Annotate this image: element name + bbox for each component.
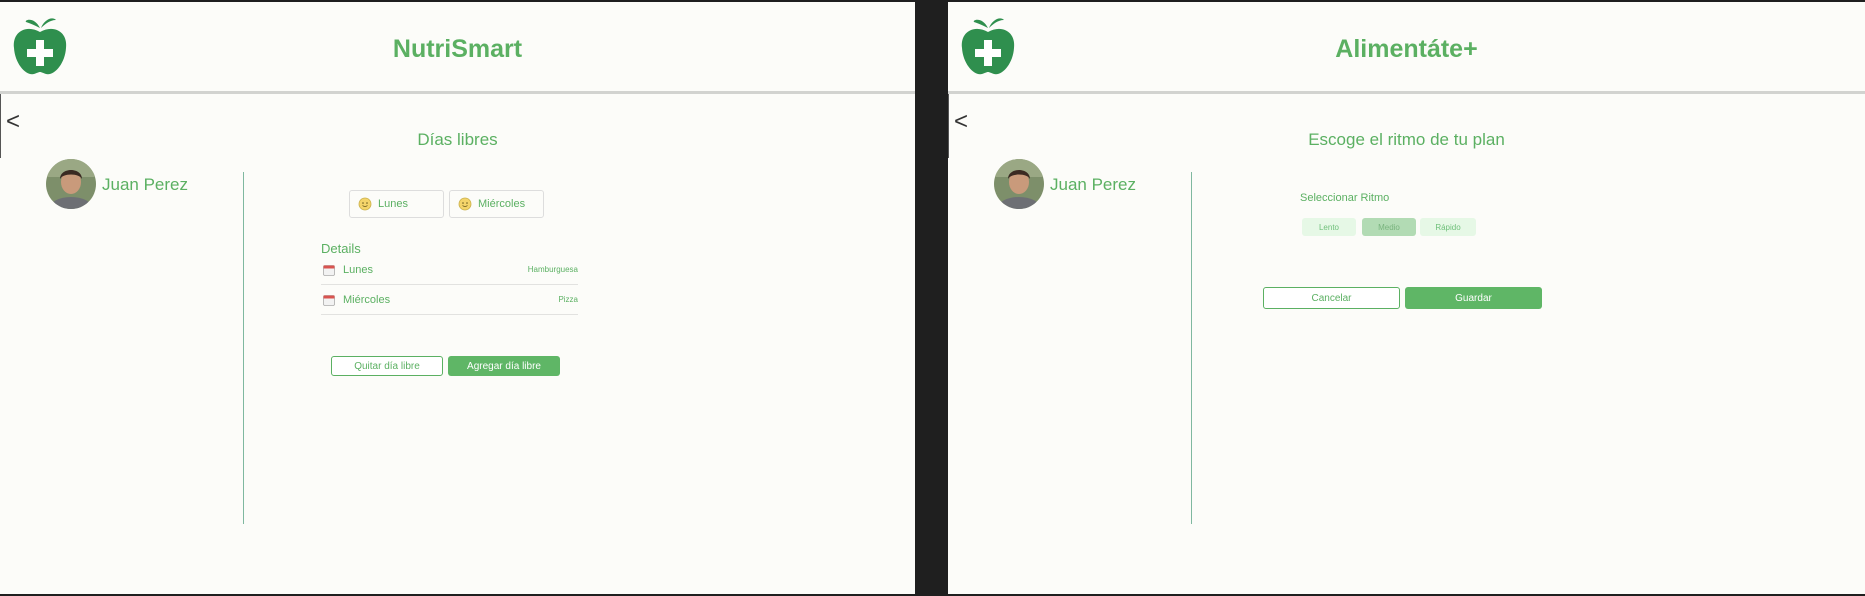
add-free-day-button[interactable]: Agregar día libre xyxy=(448,356,560,376)
detail-food: Hamburguesa xyxy=(527,265,578,274)
user-photo xyxy=(994,159,1044,209)
remove-free-day-button[interactable]: Quitar día libre xyxy=(331,356,443,376)
screen-nutrismart: NutriSmart < Días libres Juan Perez Lune… xyxy=(0,2,915,594)
app-title: NutriSmart xyxy=(392,35,523,63)
rhythm-option-lento[interactable]: Lento xyxy=(1302,218,1356,236)
detail-row[interactable]: Miércoles Pizza xyxy=(321,285,578,315)
detail-food: Pizza xyxy=(558,295,578,304)
smiley-icon xyxy=(358,197,372,211)
detail-day: Miércoles xyxy=(343,293,391,306)
avatar xyxy=(46,159,96,209)
app-title: Alimentáte+ xyxy=(1335,35,1478,63)
user-name: Juan Perez xyxy=(102,175,188,194)
calendar-icon xyxy=(323,264,335,276)
user-photo xyxy=(46,159,96,209)
vertical-divider xyxy=(1191,172,1192,524)
cancel-button[interactable]: Cancelar xyxy=(1263,287,1400,309)
detail-row[interactable]: Lunes Hamburguesa xyxy=(321,255,578,285)
avatar xyxy=(994,159,1044,209)
user-name: Juan Perez xyxy=(1050,175,1136,194)
rhythm-option-rapido[interactable]: Rápido xyxy=(1420,218,1476,236)
vertical-divider xyxy=(243,172,244,524)
save-button[interactable]: Guardar xyxy=(1405,287,1542,309)
page-title: Escoge el ritmo de tu plan xyxy=(1308,130,1505,149)
screen-alimentate: Alimentáte+ < Escoge el ritmo de tu plan… xyxy=(948,2,1865,594)
rhythm-option-medio[interactable]: Medio xyxy=(1362,218,1416,236)
app-header: NutriSmart xyxy=(0,2,915,94)
chip-label: Lunes xyxy=(378,198,408,210)
free-day-chip[interactable]: Lunes xyxy=(349,190,444,218)
free-day-chip[interactable]: Miércoles xyxy=(449,190,544,218)
rhythm-label: Seleccionar Ritmo xyxy=(1300,192,1390,204)
detail-day: Lunes xyxy=(343,263,373,276)
app-header: Alimentáte+ xyxy=(948,2,1865,94)
details-heading: Details xyxy=(321,241,361,256)
smiley-icon xyxy=(458,197,472,211)
calendar-icon xyxy=(323,294,335,306)
chip-label: Miércoles xyxy=(478,198,526,210)
page-title: Días libres xyxy=(417,130,498,149)
